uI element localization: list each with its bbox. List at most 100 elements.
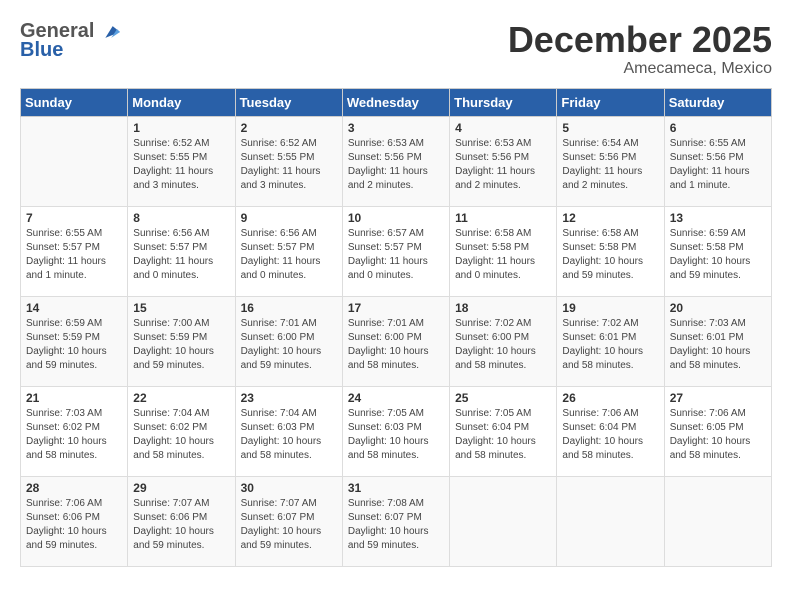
day-cell: 2 Sunrise: 6:52 AM Sunset: 5:55 PM Daylig… — [235, 116, 342, 206]
day-cell — [557, 476, 664, 566]
day-cell: 14 Sunrise: 6:59 AM Sunset: 5:59 PM Dayli… — [21, 296, 128, 386]
day-info: Sunrise: 7:01 AM Sunset: 6:00 PM Dayligh… — [348, 317, 444, 373]
day-number: 13 — [670, 211, 766, 225]
header-thursday: Thursday — [450, 88, 557, 116]
day-cell — [450, 476, 557, 566]
header-sunday: Sunday — [21, 88, 128, 116]
day-info: Sunrise: 7:05 AM Sunset: 6:04 PM Dayligh… — [455, 407, 551, 463]
week-row-2: 7 Sunrise: 6:55 AM Sunset: 5:57 PM Daylig… — [21, 206, 772, 296]
header-saturday: Saturday — [664, 88, 771, 116]
day-info: Sunrise: 6:58 AM Sunset: 5:58 PM Dayligh… — [455, 227, 551, 283]
day-number: 25 — [455, 391, 551, 405]
day-cell: 4 Sunrise: 6:53 AM Sunset: 5:56 PM Daylig… — [450, 116, 557, 206]
day-info: Sunrise: 6:57 AM Sunset: 5:57 PM Dayligh… — [348, 227, 444, 283]
day-cell: 15Sunrise: 7:00 AM Sunset: 5:59 PM Dayli… — [128, 296, 235, 386]
day-info: Sunrise: 7:06 AM Sunset: 6:05 PM Dayligh… — [670, 407, 766, 463]
day-cell: 18 Sunrise: 7:02 AM Sunset: 6:00 PM Dayli… — [450, 296, 557, 386]
day-number: 5 — [562, 121, 658, 135]
day-info: Sunrise: 6:53 AM Sunset: 5:56 PM Dayligh… — [455, 137, 551, 193]
day-info: Sunrise: 6:53 AM Sunset: 5:56 PM Dayligh… — [348, 137, 444, 193]
day-cell: 6Sunrise: 6:55 AM Sunset: 5:56 PM Daylig… — [664, 116, 771, 206]
day-cell — [21, 116, 128, 206]
day-info: Sunrise: 7:07 AM Sunset: 6:06 PM Dayligh… — [133, 497, 229, 553]
day-number: 8 — [133, 211, 229, 225]
day-number: 20 — [670, 301, 766, 315]
day-number: 7 — [26, 211, 122, 225]
day-number: 23 — [241, 391, 337, 405]
day-cell: 17 Sunrise: 7:01 AM Sunset: 6:00 PM Dayli… — [342, 296, 449, 386]
month-title: December 2025 — [508, 20, 772, 60]
header-tuesday: Tuesday — [235, 88, 342, 116]
day-cell: 27 Sunrise: 7:06 AM Sunset: 6:05 PM Dayli… — [664, 386, 771, 476]
week-row-3: 14 Sunrise: 6:59 AM Sunset: 5:59 PM Dayli… — [21, 296, 772, 386]
day-info: Sunrise: 7:04 AM Sunset: 6:02 PM Dayligh… — [133, 407, 229, 463]
day-number: 10 — [348, 211, 444, 225]
day-number: 27 — [670, 391, 766, 405]
day-info: Sunrise: 6:52 AM Sunset: 5:55 PM Dayligh… — [133, 137, 229, 193]
day-info: Sunrise: 7:06 AM Sunset: 6:06 PM Dayligh… — [26, 497, 122, 553]
day-info: Sunrise: 6:58 AM Sunset: 5:58 PM Dayligh… — [562, 227, 658, 283]
day-number: 30 — [241, 481, 337, 495]
day-cell: 10 Sunrise: 6:57 AM Sunset: 5:57 PM Dayli… — [342, 206, 449, 296]
title-block: December 2025 Amecameca, Mexico — [508, 20, 772, 78]
day-number: 16 — [241, 301, 337, 315]
day-info: Sunrise: 6:59 AM Sunset: 5:58 PM Dayligh… — [670, 227, 766, 283]
logo: General Blue — [20, 20, 120, 62]
day-number: 28 — [26, 481, 122, 495]
day-number: 24 — [348, 391, 444, 405]
day-cell: 22 Sunrise: 7:04 AM Sunset: 6:02 PM Dayli… — [128, 386, 235, 476]
day-info: Sunrise: 6:52 AM Sunset: 5:55 PM Dayligh… — [241, 137, 337, 193]
day-number: 18 — [455, 301, 551, 315]
day-cell: 28 Sunrise: 7:06 AM Sunset: 6:06 PM Dayli… — [21, 476, 128, 566]
day-number: 2 — [241, 121, 337, 135]
day-number: 4 — [455, 121, 551, 135]
day-number: 14 — [26, 301, 122, 315]
day-number: 1 — [133, 121, 229, 135]
day-number: 11 — [455, 211, 551, 225]
day-cell: 19 Sunrise: 7:02 AM Sunset: 6:01 PM Dayli… — [557, 296, 664, 386]
day-info: Sunrise: 6:55 AM Sunset: 5:56 PM Dayligh… — [670, 137, 766, 193]
day-cell: 7 Sunrise: 6:55 AM Sunset: 5:57 PM Daylig… — [21, 206, 128, 296]
day-cell: 3 Sunrise: 6:53 AM Sunset: 5:56 PM Daylig… — [342, 116, 449, 206]
day-cell: 31 Sunrise: 7:08 AM Sunset: 6:07 PM Dayli… — [342, 476, 449, 566]
day-cell: 24 Sunrise: 7:05 AM Sunset: 6:03 PM Dayli… — [342, 386, 449, 476]
day-number: 31 — [348, 481, 444, 495]
week-row-5: 28 Sunrise: 7:06 AM Sunset: 6:06 PM Dayli… — [21, 476, 772, 566]
location: Amecameca, Mexico — [508, 60, 772, 78]
page-header: General Blue December 2025 Amecameca, Me… — [20, 20, 772, 78]
day-number: 29 — [133, 481, 229, 495]
day-cell: 12 Sunrise: 6:58 AM Sunset: 5:58 PM Dayli… — [557, 206, 664, 296]
day-info: Sunrise: 7:02 AM Sunset: 6:00 PM Dayligh… — [455, 317, 551, 373]
day-number: 17 — [348, 301, 444, 315]
day-info: Sunrise: 6:55 AM Sunset: 5:57 PM Dayligh… — [26, 227, 122, 283]
day-info: Sunrise: 7:05 AM Sunset: 6:03 PM Dayligh… — [348, 407, 444, 463]
day-number: 19 — [562, 301, 658, 315]
day-info: Sunrise: 7:01 AM Sunset: 6:00 PM Dayligh… — [241, 317, 337, 373]
day-info: Sunrise: 7:08 AM Sunset: 6:07 PM Dayligh… — [348, 497, 444, 553]
week-row-1: 1 Sunrise: 6:52 AM Sunset: 5:55 PM Daylig… — [21, 116, 772, 206]
day-info: Sunrise: 7:06 AM Sunset: 6:04 PM Dayligh… — [562, 407, 658, 463]
day-cell: 9 Sunrise: 6:56 AM Sunset: 5:57 PM Daylig… — [235, 206, 342, 296]
day-cell — [664, 476, 771, 566]
day-cell: 29 Sunrise: 7:07 AM Sunset: 6:06 PM Dayli… — [128, 476, 235, 566]
day-number: 9 — [241, 211, 337, 225]
day-number: 3 — [348, 121, 444, 135]
day-cell: 11 Sunrise: 6:58 AM Sunset: 5:58 PM Dayli… — [450, 206, 557, 296]
day-info: Sunrise: 7:00 AM Sunset: 5:59 PM Dayligh… — [133, 317, 229, 373]
day-info: Sunrise: 7:02 AM Sunset: 6:01 PM Dayligh… — [562, 317, 658, 373]
day-cell: 26 Sunrise: 7:06 AM Sunset: 6:04 PM Dayli… — [557, 386, 664, 476]
header-monday: Monday — [128, 88, 235, 116]
logo-icon — [98, 24, 120, 40]
day-cell: 16 Sunrise: 7:01 AM Sunset: 6:00 PM Dayli… — [235, 296, 342, 386]
day-cell: 5Sunrise: 6:54 AM Sunset: 5:56 PM Daylig… — [557, 116, 664, 206]
day-number: 26 — [562, 391, 658, 405]
day-number: 12 — [562, 211, 658, 225]
calendar-table: SundayMondayTuesdayWednesdayThursdayFrid… — [20, 88, 772, 567]
day-cell: 21Sunrise: 7:03 AM Sunset: 6:02 PM Dayli… — [21, 386, 128, 476]
header-wednesday: Wednesday — [342, 88, 449, 116]
day-cell: 13 Sunrise: 6:59 AM Sunset: 5:58 PM Dayli… — [664, 206, 771, 296]
day-number: 22 — [133, 391, 229, 405]
day-info: Sunrise: 6:59 AM Sunset: 5:59 PM Dayligh… — [26, 317, 122, 373]
day-cell: 30Sunrise: 7:07 AM Sunset: 6:07 PM Dayli… — [235, 476, 342, 566]
day-info: Sunrise: 6:56 AM Sunset: 5:57 PM Dayligh… — [241, 227, 337, 283]
